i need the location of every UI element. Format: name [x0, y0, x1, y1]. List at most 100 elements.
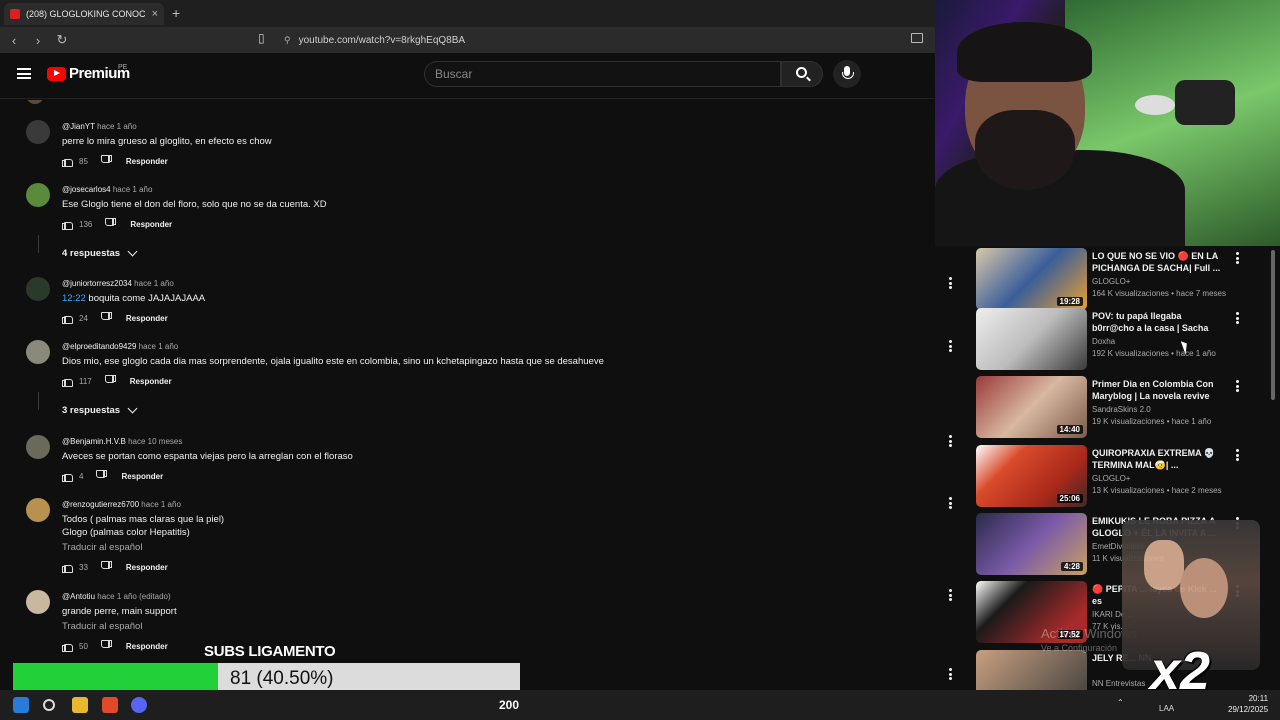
- video-thumbnail[interactable]: [976, 650, 1087, 690]
- reply-button[interactable]: Responder: [130, 220, 172, 229]
- comment-time: hace 1 año: [97, 122, 137, 131]
- avatar[interactable]: [26, 277, 50, 301]
- comment-menu-icon[interactable]: [949, 589, 953, 601]
- voice-search-icon[interactable]: [833, 60, 861, 88]
- video-menu-icon[interactable]: [1236, 312, 1240, 324]
- discord-icon[interactable]: [131, 697, 147, 713]
- like-icon[interactable]: [62, 313, 73, 324]
- comment-author[interactable]: @Antotiu: [62, 592, 95, 601]
- folder-icon[interactable]: [72, 697, 88, 713]
- comment-menu-icon[interactable]: [949, 340, 953, 352]
- dislike-icon[interactable]: [106, 219, 116, 229]
- browser-tab[interactable]: (208) GLOGLOKING CONOCE A ×: [4, 3, 164, 25]
- like-icon[interactable]: [62, 219, 73, 230]
- comment-author[interactable]: @elproeditando9429: [62, 342, 136, 351]
- reply-button[interactable]: Responder: [126, 157, 168, 166]
- video-duration: 4:28: [1060, 562, 1083, 571]
- comment-menu-icon[interactable]: [949, 277, 953, 289]
- video-title[interactable]: POV: tu papá llegaba b0rr@cho a la casa …: [1092, 310, 1222, 334]
- video-thumbnail[interactable]: [976, 308, 1087, 370]
- dislike-icon[interactable]: [97, 471, 107, 481]
- comment-menu-icon[interactable]: [949, 435, 953, 447]
- reload-icon[interactable]: ↻: [52, 32, 72, 48]
- dislike-icon[interactable]: [102, 562, 112, 572]
- activate-windows-subtext: Ve a Configuración: [1041, 643, 1118, 653]
- like-icon[interactable]: [62, 562, 73, 573]
- like-icon[interactable]: [62, 376, 73, 387]
- reply-button[interactable]: Responder: [121, 472, 163, 481]
- bookmark-icon[interactable]: ▯: [258, 31, 272, 47]
- reply-button[interactable]: Responder: [126, 314, 168, 323]
- related-video[interactable]: 25:06 QUIROPRAXIA EXTREMA 💀 TERMINA MAL🤕…: [960, 445, 1260, 509]
- like-icon[interactable]: [62, 641, 73, 652]
- comment-menu-icon[interactable]: [949, 497, 953, 509]
- browser-tab-bar: (208) GLOGLOKING CONOCE A × +: [0, 0, 935, 27]
- search-button[interactable]: [781, 61, 823, 87]
- video-thumbnail[interactable]: 25:06: [976, 445, 1087, 507]
- scrollbar[interactable]: [1271, 250, 1275, 400]
- video-thumbnail[interactable]: 4:28: [976, 513, 1087, 575]
- search-icon[interactable]: [43, 699, 55, 711]
- video-title[interactable]: Primer Dia en Colombia Con Maryblog | La…: [1092, 378, 1222, 402]
- translate-link[interactable]: Traducir al español: [62, 542, 142, 553]
- back-arrow-icon[interactable]: ‹: [4, 33, 24, 48]
- video-menu-icon[interactable]: [1236, 449, 1240, 461]
- video-channel[interactable]: SandraSkins 2.0: [1092, 405, 1151, 414]
- avatar[interactable]: [26, 590, 50, 614]
- forward-arrow-icon[interactable]: ›: [28, 33, 48, 48]
- dislike-icon[interactable]: [106, 376, 116, 386]
- video-channel[interactable]: Doxha: [1092, 337, 1115, 346]
- menu-icon[interactable]: [17, 68, 31, 79]
- address-bar[interactable]: ⚲ youtube.com/watch?v=8rkghEqQ8BA: [284, 31, 465, 49]
- related-video[interactable]: 19:28 LO QUE NO SE VIO 🔴 EN LA PICHANGA …: [960, 248, 1260, 312]
- video-channel[interactable]: GLOGLO+: [1092, 474, 1130, 483]
- comment-actions: 136 Responder: [62, 218, 172, 230]
- brave-browser-icon[interactable]: [102, 697, 118, 713]
- comment-menu-icon[interactable]: [949, 668, 953, 680]
- avatar[interactable]: [26, 435, 50, 459]
- video-menu-icon[interactable]: [1236, 252, 1240, 264]
- video-thumbnail[interactable]: 19:28: [976, 248, 1087, 310]
- avatar[interactable]: [26, 498, 50, 522]
- site-info-icon[interactable]: ⚲: [284, 35, 291, 46]
- replies-toggle[interactable]: 4 respuestas: [62, 246, 138, 259]
- avatar[interactable]: [26, 340, 50, 364]
- video-thumbnail[interactable]: 14:40: [976, 376, 1087, 438]
- reply-button[interactable]: Responder: [126, 642, 168, 651]
- cast-icon[interactable]: [911, 33, 923, 43]
- related-video[interactable]: 14:40 Primer Dia en Colombia Con Maryblo…: [960, 376, 1260, 440]
- comment-author[interactable]: @Benjamin.H.V.B: [62, 437, 126, 446]
- like-icon[interactable]: [62, 156, 73, 167]
- translate-link[interactable]: Traducir al español: [62, 621, 142, 632]
- system-clock[interactable]: 20:11 29/12/2025: [1228, 693, 1268, 715]
- reply-button[interactable]: Responder: [126, 563, 168, 572]
- webcam-prop: [1135, 95, 1175, 115]
- avatar[interactable]: [26, 183, 50, 207]
- tab-close-icon[interactable]: ×: [152, 8, 158, 20]
- comment-meta: @elproeditando9429 hace 1 año: [62, 342, 178, 351]
- video-channel[interactable]: NN Entrevistas: [1092, 679, 1145, 688]
- video-channel[interactable]: GLOGLO+: [1092, 277, 1130, 286]
- timestamp-link[interactable]: 12:22: [62, 293, 86, 304]
- avatar[interactable]: [26, 120, 50, 144]
- start-icon[interactable]: [13, 697, 29, 713]
- dislike-icon[interactable]: [102, 313, 112, 323]
- language-indicator[interactable]: LAA: [1159, 704, 1174, 713]
- dislike-icon[interactable]: [102, 156, 112, 166]
- search-input[interactable]: Buscar: [424, 61, 781, 87]
- video-title[interactable]: LO QUE NO SE VIO 🔴 EN LA PICHANGA DE SAC…: [1092, 250, 1222, 274]
- like-icon[interactable]: [62, 471, 73, 482]
- reply-button[interactable]: Responder: [130, 377, 172, 386]
- comment-author[interactable]: @juniortorresz2034: [62, 279, 132, 288]
- comment-author[interactable]: @JianYT: [62, 122, 95, 131]
- new-tab-button[interactable]: +: [172, 5, 180, 21]
- comment-author[interactable]: @renzogutierrez6700: [62, 500, 139, 509]
- video-title[interactable]: QUIROPRAXIA EXTREMA 💀 TERMINA MAL🤕| ...: [1092, 447, 1222, 471]
- dislike-icon[interactable]: [102, 641, 112, 651]
- tray-chevron-icon[interactable]: ⌃: [1117, 698, 1124, 707]
- video-menu-icon[interactable]: [1236, 380, 1240, 392]
- replies-toggle[interactable]: 3 respuestas: [62, 403, 138, 416]
- avatar[interactable]: [26, 100, 44, 104]
- related-video[interactable]: POV: tu papá llegaba b0rr@cho a la casa …: [960, 308, 1260, 372]
- comment-author[interactable]: @josecarlos4: [62, 185, 111, 194]
